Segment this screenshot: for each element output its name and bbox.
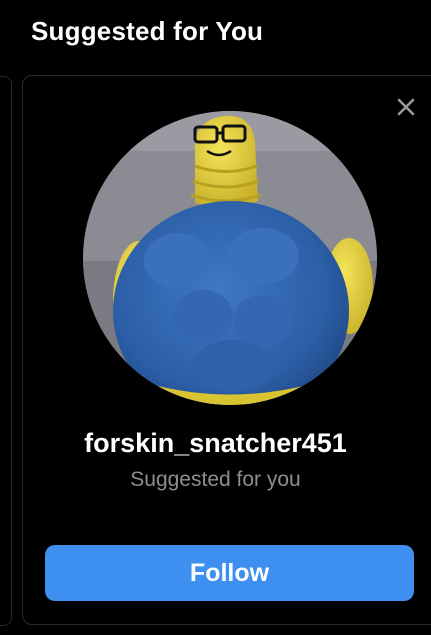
suggested-username[interactable]: forskin_snatcher451 — [0, 428, 431, 459]
follow-button[interactable]: Follow — [45, 545, 414, 601]
avatar[interactable] — [83, 111, 377, 405]
section-title: Suggested for You — [31, 16, 264, 46]
close-icon — [397, 98, 415, 116]
previous-suggestion-card[interactable] — [0, 76, 12, 626]
suggestion-reason: Suggested for you — [130, 468, 301, 491]
avatar-image — [83, 111, 377, 405]
dismiss-button[interactable] — [394, 95, 418, 119]
